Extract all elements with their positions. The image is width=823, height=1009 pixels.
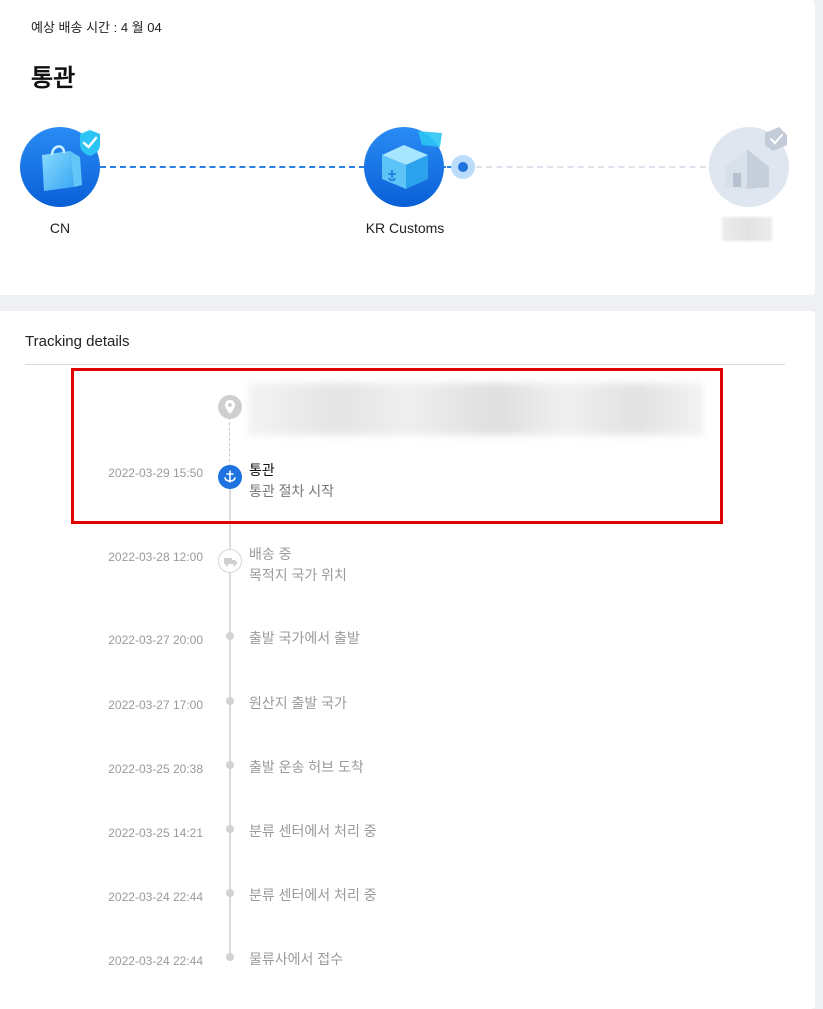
- shopping-bag-icon: [18, 125, 102, 209]
- event-time: 2022-03-27 17:00: [108, 698, 203, 712]
- event-time: 2022-03-24 22:44: [108, 890, 203, 904]
- timeline-dot: [226, 697, 234, 705]
- event-title: 출발 국가에서 출발: [249, 630, 360, 646]
- highlight-annotation-box: [71, 368, 723, 524]
- event-title: 배송 중: [249, 546, 292, 562]
- timeline-dot: [226, 761, 234, 769]
- tracking-details-card: Tracking details 2022-03-29 15:50 통관 통관 …: [0, 311, 815, 1009]
- event-title: 분류 센터에서 처리 중: [249, 823, 377, 839]
- customs-package-icon: [362, 125, 446, 209]
- estimated-delivery-text: 예상 배송 시간 : 4 월 04: [31, 20, 162, 35]
- current-status-title: 통관: [31, 65, 76, 92]
- progress-current-marker: [451, 155, 475, 179]
- event-title: 분류 센터에서 처리 중: [249, 887, 377, 903]
- progress-line-pending: [476, 166, 716, 168]
- event-time: 2022-03-24 22:44: [108, 954, 203, 968]
- event-subtitle: 목적지 국가 위치: [249, 567, 347, 583]
- event-title: 물류사에서 접수: [249, 951, 344, 967]
- event-time: 2022-03-27 20:00: [108, 633, 203, 647]
- tracking-details-title: Tracking details: [25, 333, 130, 350]
- progress-line-complete: [100, 166, 365, 168]
- timeline-dot: [226, 825, 234, 833]
- event-title: 출발 운송 허브 도착: [249, 759, 364, 775]
- stage-label-destination-redacted: [722, 217, 772, 241]
- timeline-dot: [226, 953, 234, 961]
- progress-current-marker-core: [458, 162, 468, 172]
- timeline-dot: [226, 889, 234, 897]
- event-time: 2022-03-25 20:38: [108, 762, 203, 776]
- stage-label-origin: CN: [49, 220, 71, 236]
- truck-icon: [218, 549, 242, 573]
- stage-label-customs: KR Customs: [365, 220, 445, 236]
- section-divider: [25, 364, 785, 365]
- house-icon: [707, 125, 791, 209]
- event-time: 2022-03-28 12:00: [108, 550, 203, 564]
- shipment-status-card: 예상 배송 시간 : 4 월 04 통관 CN KR Customs: [0, 0, 815, 295]
- event-time: 2022-03-25 14:21: [108, 826, 203, 840]
- timeline-dot: [226, 632, 234, 640]
- event-title: 원산지 출발 국가: [249, 695, 347, 711]
